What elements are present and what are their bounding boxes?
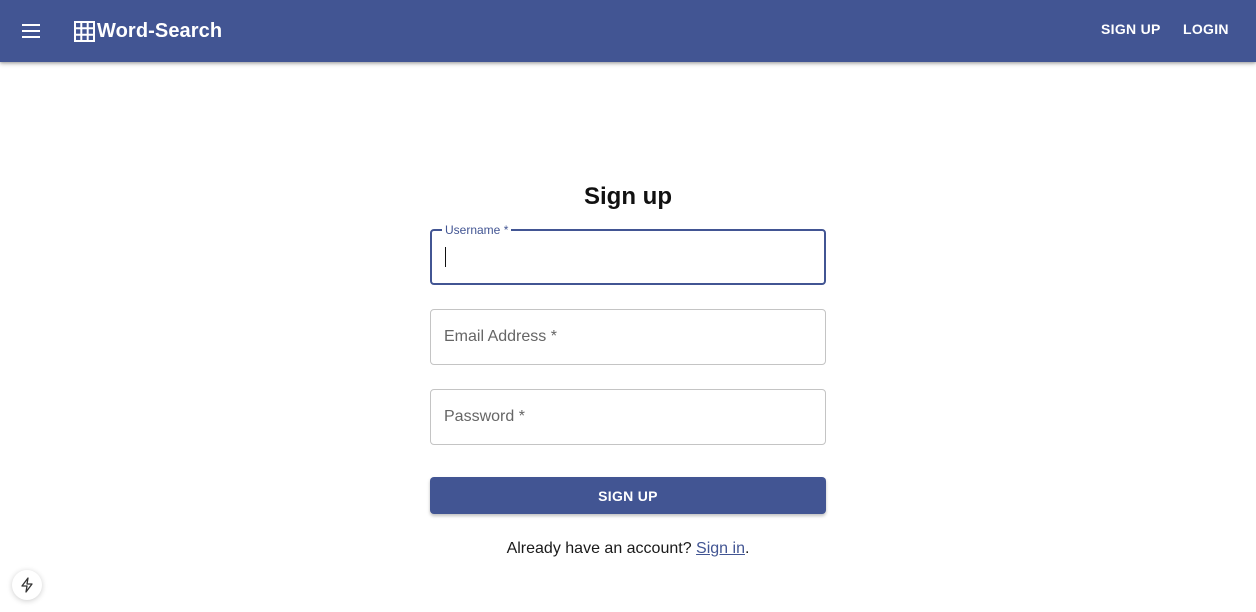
brand[interactable]: Word-Search bbox=[74, 19, 222, 43]
lightning-bolt-icon[interactable] bbox=[12, 570, 42, 600]
signin-prompt-text: Already have an account? bbox=[506, 540, 692, 557]
username-field[interactable]: Username * bbox=[430, 223, 826, 285]
grid-icon bbox=[74, 20, 95, 42]
nav-signup-button[interactable]: SIGN UP bbox=[1101, 21, 1161, 37]
nav-login-button[interactable]: LOGIN bbox=[1183, 21, 1229, 37]
password-field[interactable]: Password * bbox=[430, 389, 826, 445]
app-bar: Word-Search SIGN UP LOGIN bbox=[0, 0, 1256, 62]
password-placeholder: Password * bbox=[444, 408, 525, 425]
email-placeholder: Email Address * bbox=[444, 328, 557, 345]
signin-link[interactable]: Sign in bbox=[696, 540, 745, 557]
signin-prompt: Already have an account? Sign in. bbox=[430, 540, 826, 558]
brand-title: Word-Search bbox=[97, 19, 223, 42]
signup-submit-button[interactable]: SIGN UP bbox=[430, 477, 826, 514]
page-title: Sign up bbox=[584, 183, 672, 210]
username-label: Username * bbox=[442, 223, 512, 237]
signin-prompt-end: . bbox=[744, 540, 750, 557]
bolt-glyph bbox=[21, 577, 33, 593]
email-field[interactable]: Email Address * bbox=[430, 309, 826, 365]
text-cursor bbox=[445, 247, 446, 267]
hamburger-menu-icon[interactable] bbox=[20, 21, 44, 41]
